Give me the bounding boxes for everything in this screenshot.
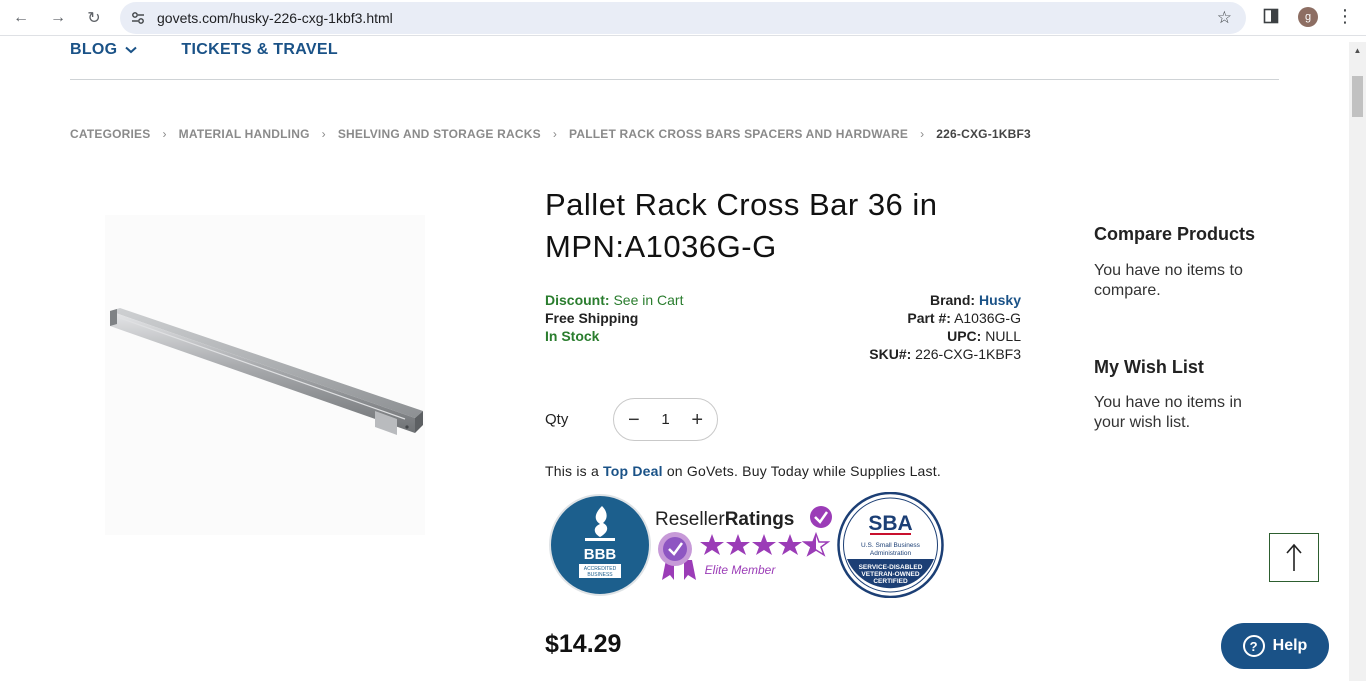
breadcrumb-categories[interactable]: CATEGORIES (70, 127, 150, 141)
verified-check-icon (810, 506, 832, 528)
chevron-right-icon: › (920, 127, 925, 141)
nav-tickets-travel[interactable]: TICKETS & TRAVEL (181, 38, 338, 62)
product-mpn: MPN:A1036G-G (545, 229, 777, 264)
reseller-name-a: Reseller (655, 509, 725, 530)
reseller-name-b: Ratings (725, 509, 795, 530)
sba-veteran-badge[interactable]: SBA U.S. Small Business Administration S… (837, 492, 944, 598)
side-panel-icon[interactable] (1263, 8, 1279, 24)
site-settings-icon[interactable] (130, 10, 146, 26)
discount-label: Discount: (545, 292, 610, 308)
bbb-badge[interactable]: BBB ACCREDITED BUSINESS (547, 492, 653, 598)
nav-tickets-label: TICKETS & TRAVEL (181, 41, 338, 58)
scroll-thumb[interactable] (1352, 76, 1363, 117)
sba-line5: CERTIFIED (873, 578, 908, 585)
sku-row: SKU#: 226-CXG-1KBF3 (800, 345, 1021, 363)
nav-blog[interactable]: BLOG (70, 38, 138, 62)
sku-value: 226-CXG-1KBF3 (915, 346, 1021, 362)
discount-value: See in Cart (613, 292, 684, 308)
sba-title: SBA (868, 512, 912, 535)
chevron-right-icon: › (162, 127, 167, 141)
reseller-ratings-badge[interactable]: ResellerRatings Elite Member (654, 502, 836, 582)
kebab-menu-icon[interactable]: ⋮ (1336, 6, 1354, 27)
scroll-up-arrow-icon[interactable]: ▲ (1349, 42, 1366, 59)
chevron-right-icon: › (552, 127, 558, 141)
breadcrumb-pallet-rack[interactable]: PALLET RACK CROSS BARS SPACERS AND HARDW… (569, 127, 908, 141)
profile-avatar[interactable]: g (1298, 7, 1318, 27)
help-label: Help (1272, 637, 1308, 654)
chevron-down-icon (125, 46, 138, 54)
back-icon[interactable]: ← (9, 6, 33, 30)
deal-prefix: This is a (545, 463, 599, 479)
product-price: $14.29 (545, 630, 622, 658)
breadcrumb-shelving[interactable]: SHELVING AND STORAGE RACKS (338, 127, 541, 141)
qty-label: Qty (545, 411, 569, 428)
quantity-stepper: − 1 + (613, 398, 718, 441)
wishlist-title: My Wish List (1094, 357, 1204, 377)
breadcrumb-material-handling[interactable]: MATERIAL HANDLING (179, 127, 310, 141)
product-title-line1: Pallet Rack Cross Bar 36 in (545, 187, 938, 222)
product-availability: Discount: See in Cart Free Shipping In S… (545, 291, 684, 345)
sba-line3: SERVICE-DISABLED (859, 564, 923, 571)
free-shipping: Free Shipping (545, 310, 639, 326)
arrow-up-icon (1286, 543, 1302, 571)
product-title: Pallet Rack Cross Bar 36 in MPN:A1036G-G (545, 184, 1065, 268)
brand-link[interactable]: Husky (979, 292, 1021, 308)
deal-suffix: on GoVets. Buy Today while Supplies Last… (666, 463, 941, 479)
chevron-right-icon: › (321, 127, 326, 141)
compare-text: You have no items to compare. (1094, 262, 1243, 299)
browser-toolbar: ← → ↻ govets.com/husky-226-cxg-1kbf3.htm… (0, 0, 1366, 36)
bbb-sub2: BUSINESS (587, 572, 613, 578)
upc-row: UPC: NULL (800, 327, 1021, 345)
nav-blog-label: BLOG (70, 41, 118, 58)
address-bar[interactable]: govets.com/husky-226-cxg-1kbf3.html ☆ (120, 2, 1246, 34)
breadcrumb: CATEGORIES › MATERIAL HANDLING › SHELVIN… (70, 127, 1031, 141)
sba-line1: U.S. Small Business (861, 542, 921, 549)
back-to-top-button[interactable] (1269, 533, 1319, 582)
part-label: Part #: (907, 310, 951, 326)
product-image[interactable] (105, 215, 425, 535)
top-deal-link[interactable]: Top Deal (603, 463, 663, 479)
breadcrumb-current: 226-CXG-1KBF3 (936, 127, 1031, 141)
sba-line2: Administration (870, 550, 912, 557)
elite-ribbon-icon (658, 532, 696, 580)
nav-divider (70, 79, 1279, 80)
brand-label: Brand: (929, 292, 976, 308)
plus-icon[interactable]: + (691, 410, 703, 430)
sba-line4: VETERAN-OWNED (861, 571, 919, 578)
reseller-tier: Elite Member (705, 563, 777, 577)
discount-row: Discount: See in Cart (545, 291, 684, 309)
help-button[interactable]: ? Help (1221, 623, 1329, 669)
stock-status: In Stock (545, 328, 600, 344)
top-navigation: BLOG TICKETS & TRAVEL (70, 38, 338, 62)
url-text[interactable]: govets.com/husky-226-cxg-1kbf3.html (157, 10, 393, 26)
product-identifiers: Brand: Husky Part #: A1036G-G UPC: NULL … (800, 291, 1021, 363)
compare-title: Compare Products (1094, 224, 1256, 244)
bbb-title: BBB (584, 546, 617, 563)
top-deal-text: This is a Top Deal on GoVets. Buy Today … (545, 463, 941, 479)
question-circle-icon: ? (1242, 635, 1265, 657)
part-value: A1036G-G (954, 310, 1021, 326)
part-row: Part #: A1036G-G (800, 309, 1021, 327)
reload-icon[interactable]: ↻ (82, 6, 106, 30)
sku-label: SKU#: (869, 346, 912, 362)
rating-stars-icon (700, 531, 831, 557)
bookmark-star-icon[interactable]: ☆ (1217, 8, 1232, 28)
page-scrollbar[interactable]: ▲ (1349, 42, 1366, 681)
upc-value: NULL (985, 328, 1021, 344)
brand-row: Brand: Husky (800, 291, 1021, 309)
wishlist-text: You have no items in your wish list. (1094, 394, 1242, 431)
qty-input[interactable]: 1 (661, 411, 669, 428)
forward-icon[interactable]: → (46, 6, 70, 30)
svg-text:ResellerRatings: ResellerRatings (655, 509, 794, 530)
minus-icon[interactable]: − (628, 410, 640, 430)
upc-label: UPC: (947, 328, 982, 344)
